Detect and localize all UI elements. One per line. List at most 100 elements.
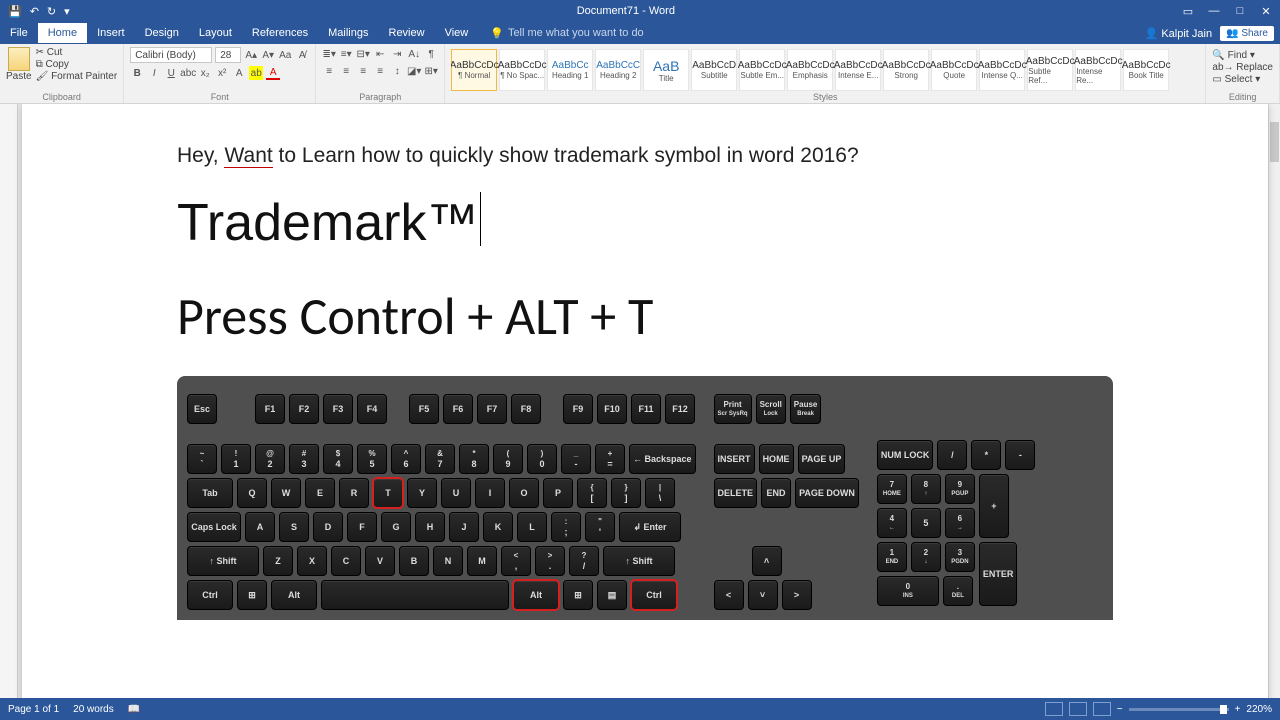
key--: {[ [577,478,607,508]
line-spacing-button[interactable]: ↕ [390,64,404,78]
style-heading-2[interactable]: AaBbCcCHeading 2 [595,49,641,91]
undo-icon[interactable]: ↶ [30,5,39,18]
zoom-in-button[interactable]: + [1235,704,1241,715]
borders-button[interactable]: ⊞▾ [424,64,438,78]
style-subtle-ref-[interactable]: AaBbCcDcSubtle Ref... [1027,49,1073,91]
key-home: HOME [759,444,794,474]
italic-button[interactable]: I [147,66,161,80]
font-name-combo[interactable]: Calibri (Body) [130,47,212,63]
tab-view[interactable]: View [435,23,479,43]
show-marks-button[interactable]: ¶ [424,47,438,61]
key--: }] [611,478,641,508]
tab-design[interactable]: Design [135,23,189,43]
key-delete: DELETE [714,478,758,508]
style-title[interactable]: AaBTitle [643,49,689,91]
style-intense-q-[interactable]: AaBbCcDcIntense Q... [979,49,1025,91]
numbering-button[interactable]: ≡▾ [339,47,353,61]
zoom-level[interactable]: 220% [1246,704,1272,715]
document-text-trademark[interactable]: Trademark™ [177,190,1113,254]
style-quote[interactable]: AaBbCcDcQuote [931,49,977,91]
key-i: I [475,478,505,508]
tab-mailings[interactable]: Mailings [318,23,378,43]
increase-indent-button[interactable]: ⇥ [390,47,404,61]
paste-button[interactable]: Paste [6,47,32,82]
key-9: (9 [493,444,523,474]
decrease-indent-button[interactable]: ⇤ [373,47,387,61]
style-intense-e-[interactable]: AaBbCcDcIntense E... [835,49,881,91]
maximize-icon[interactable]: □ [1232,5,1248,17]
bullets-button[interactable]: ≣▾ [322,47,336,61]
vertical-ruler[interactable] [0,104,18,698]
align-left-button[interactable]: ≡ [322,64,336,78]
style-subtitle[interactable]: AaBbCcDSubtitle [691,49,737,91]
font-color-button[interactable]: A [266,66,280,80]
strikethrough-button[interactable]: abc [181,66,195,80]
qat-customize-icon[interactable]: ▾ [64,5,70,18]
multilevel-button[interactable]: ⊟▾ [356,47,370,61]
tell-me-search[interactable]: 💡 Tell me what you want to do [490,27,643,40]
tab-review[interactable]: Review [379,23,435,43]
key--: .DEL [943,576,973,606]
format-painter-button[interactable]: 🖌 Format Painter [36,71,118,82]
shrink-font-button[interactable]: A▾ [261,48,275,62]
font-size-combo[interactable]: 28 [215,47,241,63]
tab-insert[interactable]: Insert [87,23,135,43]
change-case-button[interactable]: Aa [278,48,292,62]
find-button[interactable]: 🔍 Find ▾ [1212,50,1273,61]
web-layout-button[interactable] [1093,702,1111,716]
style-intense-re-[interactable]: AaBbCcDcIntense Re... [1075,49,1121,91]
tab-references[interactable]: References [242,23,318,43]
superscript-button[interactable]: x² [215,66,229,80]
text-effects-button[interactable]: A [232,66,246,80]
copy-button[interactable]: ⧉ Copy [36,59,118,70]
key--: > [782,580,812,610]
print-layout-button[interactable] [1069,702,1087,716]
ribbon-options-icon[interactable]: ▭ [1180,5,1196,18]
style-book-title[interactable]: AaBbCcDcBook Title [1123,49,1169,91]
style--normal[interactable]: AaBbCcDc¶ Normal [451,49,497,91]
save-icon[interactable]: 💾 [8,5,22,18]
document-text-press[interactable]: Press Control + ALT + T [177,284,1113,348]
style--no-spac-[interactable]: AaBbCcDc¶ No Spac... [499,49,545,91]
shading-button[interactable]: ◪▾ [407,64,421,78]
document-text-line1[interactable]: Hey, Want to Learn how to quickly show t… [177,142,1113,168]
tab-layout[interactable]: Layout [189,23,242,43]
tab-home[interactable]: Home [38,23,87,43]
align-right-button[interactable]: ≡ [356,64,370,78]
key-f3: F3 [323,394,353,424]
close-icon[interactable]: ✕ [1258,5,1274,18]
minimize-icon[interactable]: — [1206,5,1222,17]
read-mode-button[interactable] [1045,702,1063,716]
subscript-button[interactable]: x₂ [198,66,212,80]
styles-gallery[interactable]: AaBbCcDc¶ NormalAaBbCcDc¶ No Spac...AaBb… [451,47,1199,91]
group-label-styles: Styles [451,92,1199,103]
zoom-slider[interactable] [1129,708,1229,711]
style-emphasis[interactable]: AaBbCcDcEmphasis [787,49,833,91]
style-heading-1[interactable]: AaBbCcHeading 1 [547,49,593,91]
clear-formatting-button[interactable]: A̸ [295,48,309,62]
highlight-button[interactable]: ab [249,66,263,80]
grow-font-button[interactable]: A▴ [244,48,258,62]
bold-button[interactable]: B [130,66,144,80]
user-name[interactable]: 👤 Kalpit Jain [1145,27,1213,40]
key--: * [971,440,1001,470]
tab-file[interactable]: File [0,23,38,43]
status-page[interactable]: Page 1 of 1 [8,704,59,715]
vertical-scrollbar[interactable] [1268,104,1280,698]
cut-button[interactable]: ✂ Cut [36,47,118,58]
key-f12: F12 [665,394,695,424]
align-center-button[interactable]: ≡ [339,64,353,78]
document-page[interactable]: Hey, Want to Learn how to quickly show t… [22,104,1268,698]
redo-icon[interactable]: ↻ [47,5,56,18]
underline-button[interactable]: U [164,66,178,80]
style-strong[interactable]: AaBbCcDcStrong [883,49,929,91]
style-subtle-em-[interactable]: AaBbCcDcSubtle Em... [739,49,785,91]
select-button[interactable]: ▭ Select ▾ [1212,74,1273,85]
zoom-out-button[interactable]: − [1117,704,1123,715]
sort-button[interactable]: A↓ [407,47,421,61]
share-button[interactable]: 👥 Share [1220,26,1274,41]
status-proofing-icon[interactable]: 📖 [128,704,140,715]
justify-button[interactable]: ≡ [373,64,387,78]
replace-button[interactable]: ab→ Replace [1212,62,1273,73]
status-words[interactable]: 20 words [73,704,114,715]
